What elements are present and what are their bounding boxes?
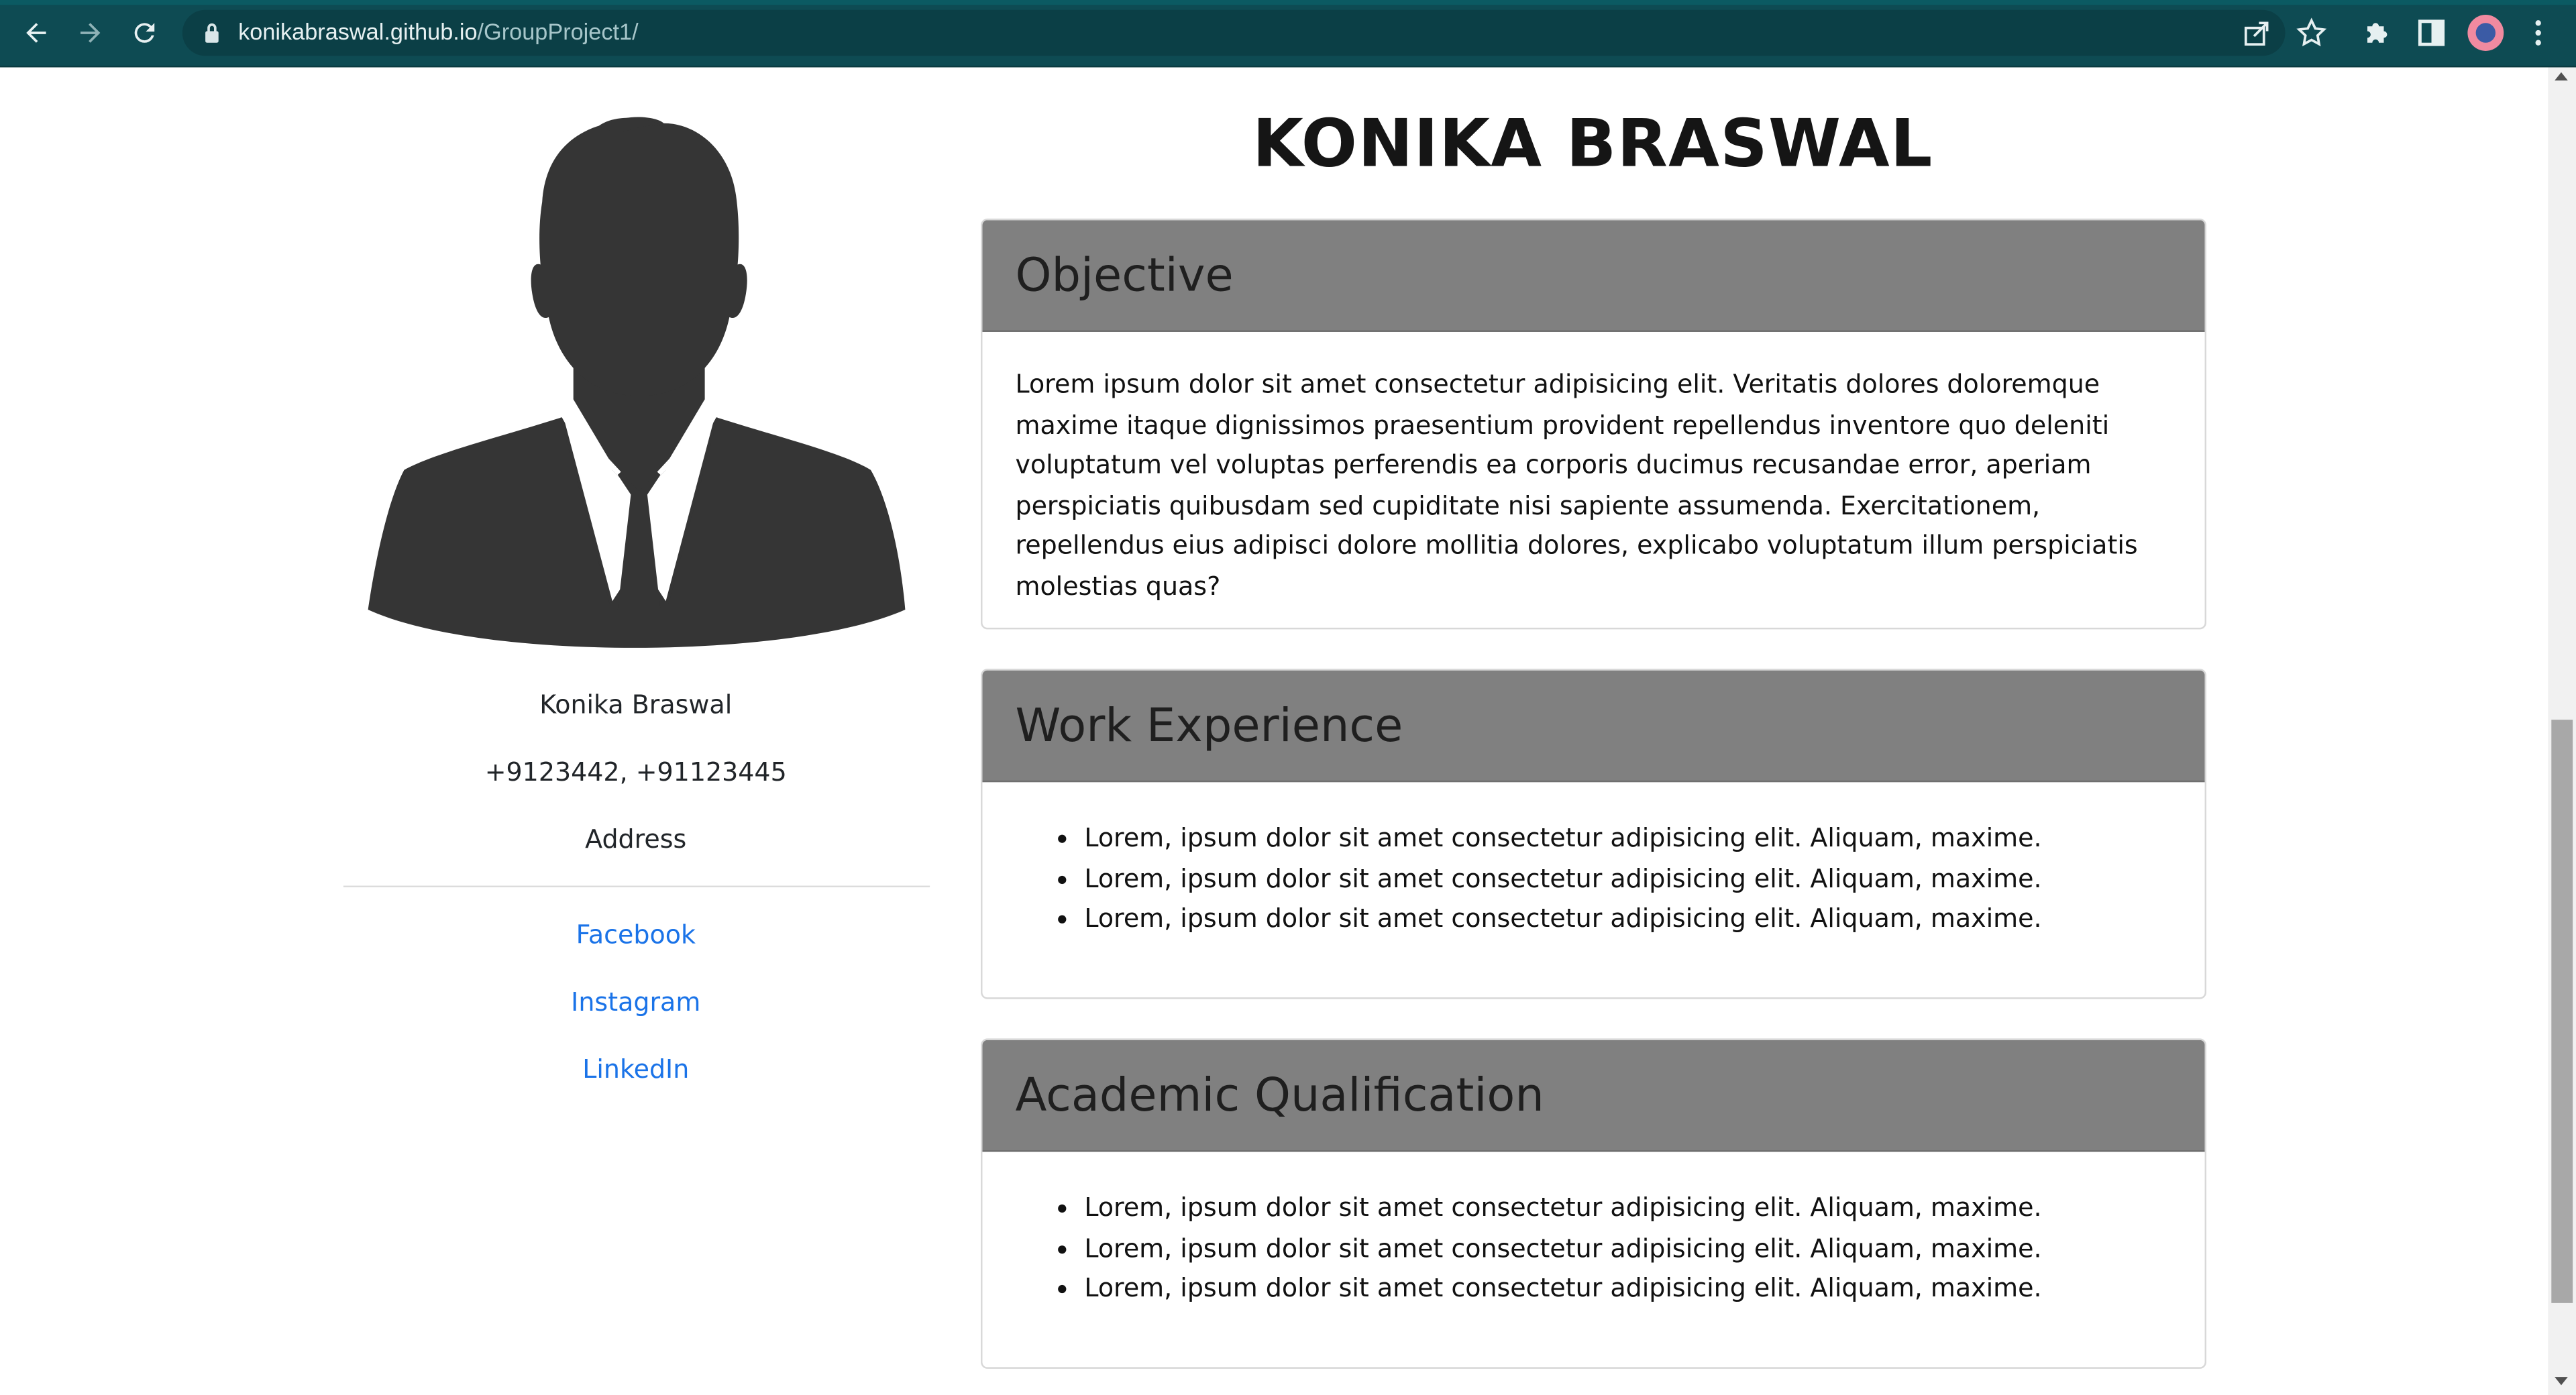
list-item: Lorem, ipsum dolor sit amet consectetur …: [1084, 1188, 2171, 1228]
profile-avatar-icon[interactable]: [2467, 15, 2504, 51]
work-experience-body: Lorem, ipsum dolor sit amet consectetur …: [983, 782, 2205, 939]
linkedin-link[interactable]: LinkedIn: [341, 1055, 930, 1084]
lock-icon[interactable]: [204, 21, 220, 44]
scroll-down-icon[interactable]: [2555, 1377, 2568, 1386]
side-panel-icon[interactable]: [2415, 17, 2448, 50]
list-item: Lorem, ipsum dolor sit amet consectetur …: [1084, 818, 2171, 858]
kebab-menu-icon[interactable]: [2522, 17, 2555, 50]
browser-toolbar: konikabraswal.github.io/GroupProject1/: [0, 0, 2576, 68]
puzzle-icon[interactable]: [2361, 17, 2394, 50]
facebook-link[interactable]: Facebook: [341, 920, 930, 950]
work-experience-card: Work Experience Lorem, ipsum dolor sit a…: [981, 669, 2207, 999]
academic-card: Academic Qualification Lorem, ipsum dolo…: [981, 1038, 2207, 1369]
avatar-inner: [2475, 23, 2496, 43]
list-item: Lorem, ipsum dolor sit amet consectetur …: [1084, 899, 2171, 939]
tab-strip-edge: [0, 0, 2576, 5]
profile-name: Konika Braswal: [539, 690, 733, 720]
forward-arrow-icon[interactable]: [69, 13, 112, 53]
instagram-link[interactable]: Instagram: [341, 987, 930, 1017]
academic-list: Lorem, ipsum dolor sit amet consectetur …: [1015, 1188, 2171, 1308]
objective-text: Lorem ipsum dolor sit amet consectetur a…: [1015, 370, 2138, 601]
profile-address: Address: [585, 824, 687, 854]
web-page: Konika Braswal +9123442, +91123445 Addre…: [0, 67, 2548, 1395]
scroll-up-icon[interactable]: [2555, 72, 2568, 81]
scrollbar-thumb[interactable]: [2551, 720, 2573, 1303]
reload-icon[interactable]: [123, 13, 166, 53]
url-host: konikabraswal.github.io: [238, 17, 478, 45]
academic-heading: Academic Qualification: [982, 1040, 2205, 1152]
list-item: Lorem, ipsum dolor sit amet consectetur …: [1084, 858, 2171, 899]
star-icon[interactable]: [2295, 17, 2328, 50]
profile-silhouette-image: [368, 117, 906, 648]
academic-body: Lorem, ipsum dolor sit amet consectetur …: [983, 1152, 2205, 1308]
sidebar-divider: [343, 885, 930, 887]
page-title: KONIKA BRASWAL: [1252, 107, 1933, 182]
objective-heading: Objective: [982, 220, 2205, 332]
back-arrow-icon[interactable]: [15, 13, 58, 53]
browser-window: konikabraswal.github.io/GroupProject1/ K…: [0, 0, 2576, 1395]
work-experience-list: Lorem, ipsum dolor sit amet consectetur …: [1015, 818, 2171, 939]
work-experience-heading: Work Experience: [982, 670, 2205, 783]
objective-body: Lorem ipsum dolor sit amet consectetur a…: [983, 332, 2205, 606]
objective-card: Objective Lorem ipsum dolor sit amet con…: [981, 218, 2207, 630]
list-item: Lorem, ipsum dolor sit amet consectetur …: [1084, 1268, 2171, 1308]
list-item: Lorem, ipsum dolor sit amet consectetur …: [1084, 1228, 2171, 1268]
url-path: /GroupProject1/: [477, 17, 639, 45]
profile-phone: +9123442, +91123445: [484, 757, 787, 787]
url-text[interactable]: konikabraswal.github.io/GroupProject1/: [238, 18, 639, 44]
share-icon[interactable]: [2241, 17, 2273, 50]
